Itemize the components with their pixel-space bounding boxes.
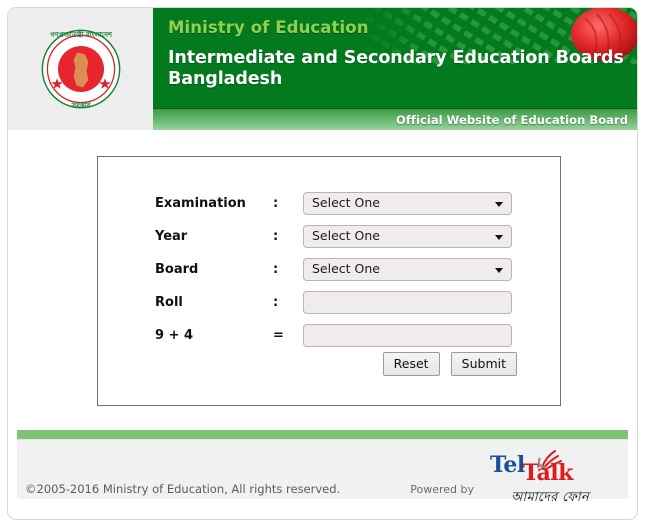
- site-container: গণপ্রজাতন্ত্রী বাংলাদেশ সরকার Ministry o…: [7, 7, 638, 520]
- board-label: Board: [155, 262, 199, 277]
- roll-input[interactable]: [303, 291, 512, 314]
- official-website-label: Official Website of Education Board: [396, 112, 628, 127]
- roll-label: Roll: [155, 295, 183, 310]
- teletalk-brand-part1: Tel: [490, 452, 525, 478]
- examination-select[interactable]: Select One: [303, 192, 512, 215]
- footer-green-divider: [17, 430, 628, 439]
- main-content: Examination : Select One Year: Select O…: [8, 130, 637, 430]
- form-row-actions: Reset Submit: [155, 352, 517, 376]
- header-banner: Ministry of Education Intermediate and S…: [153, 8, 637, 130]
- form-row-board: Board : Select One: [155, 253, 517, 286]
- form-table: Examination : Select One Year: Select O…: [155, 187, 517, 376]
- board-select[interactable]: Select One: [303, 258, 512, 281]
- board-separator: :: [273, 262, 279, 277]
- form-row-year: Year : Select One: [155, 220, 517, 253]
- page-root: গণপ্রজাতন্ত্রী বাংলাদেশ সরকার Ministry o…: [0, 0, 645, 527]
- examination-separator: :: [273, 196, 279, 211]
- examination-label: Examination: [155, 196, 246, 211]
- teletalk-logo[interactable]: TelTalk আমাদের ফোন: [480, 450, 620, 509]
- chevron-down-icon: [495, 234, 503, 240]
- ministry-label: Ministry of Education: [168, 18, 369, 37]
- logo-pane: গণপ্রজাতন্ত্রী বাংলাদেশ সরকার: [8, 8, 153, 130]
- board-select-value: Select One: [312, 261, 380, 277]
- form-row-captcha: 9 + 4 =: [155, 319, 517, 352]
- submit-button[interactable]: Submit: [450, 352, 517, 376]
- powered-by-label: Powered by: [410, 483, 474, 496]
- svg-text:সরকার: সরকার: [70, 102, 91, 110]
- chevron-down-icon: [495, 201, 503, 207]
- page-title-line2: Bangladesh: [168, 69, 283, 89]
- form-row-roll: Roll :: [155, 286, 517, 319]
- roll-separator: :: [273, 295, 279, 310]
- form-row-examination: Examination : Select One: [155, 187, 517, 220]
- signal-wave-icon: [538, 450, 562, 470]
- teletalk-tagline: আমাদের ফোন: [511, 490, 589, 505]
- official-website-strip: Official Website of Education Board: [153, 108, 637, 130]
- page-title: Intermediate and Secondary Education Boa…: [153, 47, 637, 108]
- captcha-separator: =: [273, 328, 284, 343]
- teletalk-wordmark: TelTalk: [480, 450, 620, 486]
- captcha-input[interactable]: [303, 324, 512, 347]
- examination-select-value: Select One: [312, 195, 380, 211]
- ministry-row: Ministry of Education: [153, 8, 637, 47]
- chevron-down-icon: [495, 267, 503, 273]
- bangladesh-government-emblem-icon: গণপ্রজাতন্ত্রী বাংলাদেশ সরকার: [41, 29, 120, 110]
- page-title-line1: Intermediate and Secondary Education Boa…: [168, 48, 624, 68]
- site-header: গণপ্রজাতন্ত্রী বাংলাদেশ সরকার Ministry o…: [8, 8, 637, 130]
- year-separator: :: [273, 229, 279, 244]
- reset-button[interactable]: Reset: [382, 352, 440, 376]
- captcha-label: 9 + 4: [155, 328, 194, 343]
- year-select[interactable]: Select One: [303, 225, 512, 248]
- year-select-value: Select One: [312, 228, 380, 244]
- year-label: Year: [155, 229, 188, 244]
- site-footer: ©2005-2016 Ministry of Education, All ri…: [17, 439, 628, 505]
- svg-text:গণপ্রজাতন্ত্রী বাংলাদেশ: গণপ্রজাতন্ত্রী বাংলাদেশ: [50, 29, 113, 39]
- result-search-form: Examination : Select One Year: Select O…: [97, 156, 561, 406]
- copyright-text: ©2005-2016 Ministry of Education, All ri…: [25, 482, 341, 496]
